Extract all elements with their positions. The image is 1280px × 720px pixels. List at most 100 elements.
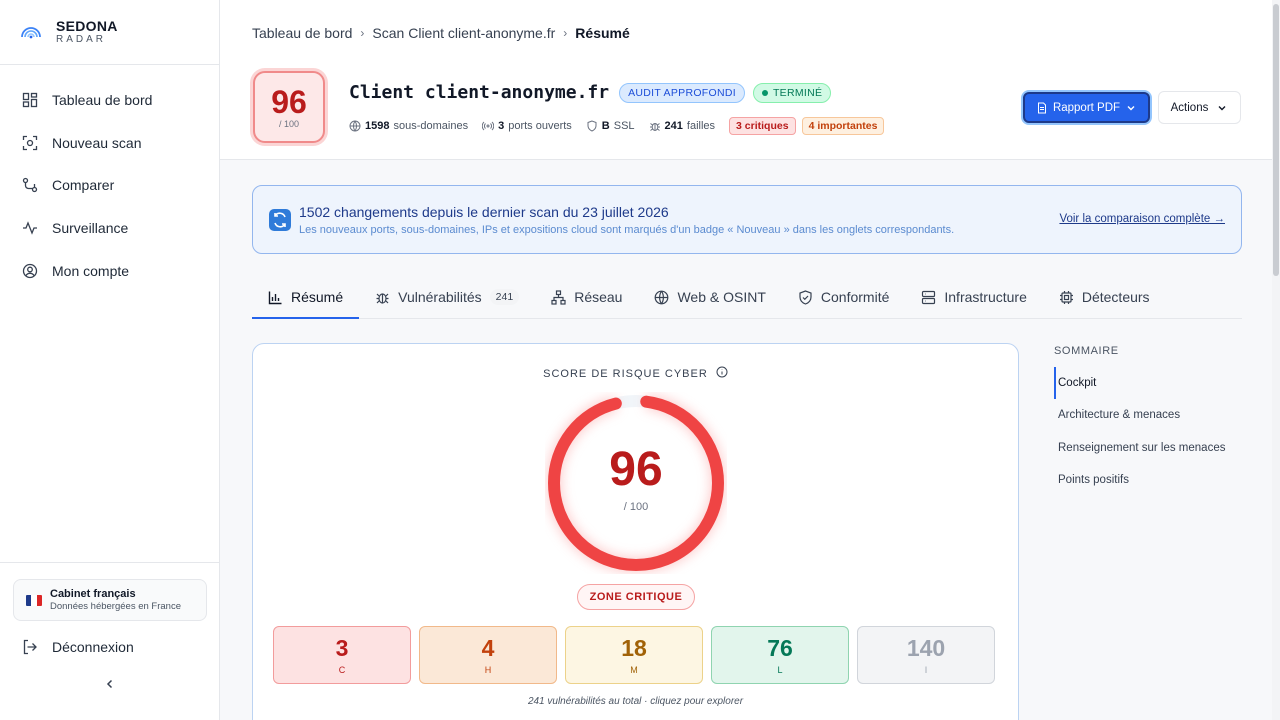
actions-button[interactable]: Actions (1158, 91, 1241, 124)
gauge-score-max: / 100 (623, 501, 649, 513)
severity-count: 18 (621, 635, 647, 661)
summary-toc: SOMMAIRE Cockpit Architecture & menaces … (1054, 345, 1244, 496)
cabinet-subtitle: Données hébergées en France (50, 600, 181, 612)
severity-medium-tile[interactable]: 18 M (565, 626, 703, 684)
tab-label: Détecteurs (1081, 289, 1150, 305)
document-icon (1037, 102, 1046, 113)
stat-subdomains-value: 1598 (365, 120, 390, 132)
status-dot-icon (761, 89, 768, 96)
tab-label: Réseau (574, 289, 623, 305)
important-count-tag[interactable]: 4 importantes (801, 117, 885, 135)
globe-icon (349, 120, 361, 132)
tab-detectors[interactable]: Détecteurs (1043, 276, 1166, 318)
brand-name: SEDONA (56, 17, 118, 34)
refresh-icon (269, 209, 291, 231)
sidebar-item-account[interactable]: Mon compte (0, 249, 219, 292)
page-scrollbar[interactable] (1272, 0, 1280, 720)
severity-letter: H (484, 665, 492, 675)
toc-item-architecture[interactable]: Architecture & menaces (1054, 399, 1244, 431)
sidebar-item-surveillance[interactable]: Surveillance (0, 207, 219, 250)
stat-flaws: 241 failles (649, 120, 715, 132)
severity-letter: C (338, 665, 346, 675)
sidebar-item-dashboard[interactable]: Tableau de bord (0, 79, 219, 122)
stat-ports-value: 3 (498, 120, 505, 132)
chevron-down-icon (1127, 105, 1135, 110)
bug-icon (649, 123, 660, 131)
risk-score-title-text: SCORE DE RISQUE CYBER (543, 368, 708, 380)
shield-icon (587, 120, 597, 132)
sidebar-item-new-scan[interactable]: Nouveau scan (0, 122, 219, 165)
severity-high-tile[interactable]: 4 H (419, 626, 557, 684)
critical-count-tag[interactable]: 3 critiques (729, 117, 796, 135)
signal-icon (482, 121, 495, 131)
toc-item-positives[interactable]: Points positifs (1054, 464, 1244, 496)
risk-zone-badge: ZONE CRITIQUE (577, 584, 695, 610)
stat-subdomains: 1598 sous-domaines (349, 120, 468, 132)
pdf-report-label: Rapport PDF (1052, 101, 1121, 114)
activity-icon (23, 221, 37, 235)
breadcrumb: Tableau de bord › Scan Client client-ano… (252, 25, 630, 41)
user-circle-icon (22, 263, 38, 278)
breadcrumb-scan[interactable]: Scan Client client-anonyme.fr (372, 25, 555, 41)
tab-network[interactable]: Réseau (535, 276, 638, 318)
tab-label: Vulnérabilités (398, 289, 482, 305)
severity-count: 4 (481, 635, 495, 661)
status-label: TERMINÉ (772, 86, 823, 99)
brand[interactable]: SEDONA RADAR (0, 0, 219, 65)
stat-subdomains-label: sous-domaines (393, 120, 469, 132)
stat-ports-label: ports ouverts (508, 120, 572, 132)
dashboard-icon (22, 93, 38, 108)
severity-letter: I (924, 665, 928, 675)
cpu-icon (1059, 290, 1073, 304)
scan-icon (22, 135, 38, 151)
severity-low-tile[interactable]: 76 L (711, 626, 849, 684)
scrollbar-thumb[interactable] (1273, 4, 1279, 276)
full-comparison-link[interactable]: Voir la comparaison complète → (1059, 213, 1225, 225)
pdf-report-button[interactable]: Rapport PDF (1023, 92, 1150, 123)
scan-header: Tableau de bord › Scan Client client-ano… (220, 0, 1272, 160)
collapse-sidebar-icon[interactable] (104, 678, 116, 690)
tab-label: Web & OSINT (677, 289, 766, 305)
severity-info-tile[interactable]: 140 I (857, 626, 995, 684)
brand-sub: RADAR (56, 33, 107, 45)
sidebar-item-compare[interactable]: Comparer (0, 164, 219, 207)
tab-infrastructure[interactable]: Infrastructure (905, 276, 1042, 318)
tab-vulnerabilities[interactable]: Vulnérabilités 241 (359, 276, 535, 318)
tab-summary[interactable]: Résumé (252, 276, 360, 319)
summary-heading: SOMMAIRE (1054, 345, 1119, 357)
tab-compliance[interactable]: Conformité (782, 276, 905, 318)
actions-label: Actions (1170, 101, 1209, 114)
risk-score-title: SCORE DE RISQUE CYBER (253, 366, 1018, 380)
stat-ssl-label: SSL (613, 120, 635, 132)
radar-logo-icon (21, 27, 41, 39)
toc-item-threat-intel[interactable]: Renseignement sur les menaces (1054, 432, 1244, 464)
main-content: Tableau de bord › Scan Client client-ano… (220, 0, 1272, 720)
stat-flaws-label: failles (686, 120, 716, 132)
breadcrumb-current: Résumé (575, 25, 630, 41)
tab-web-osint[interactable]: Web & OSINT (638, 276, 781, 318)
gauge-score-value: 96 (609, 443, 663, 496)
score-badge: 96 / 100 (253, 71, 325, 143)
status-badge: TERMINÉ (752, 82, 832, 103)
breadcrumb-dashboard[interactable]: Tableau de bord (252, 25, 352, 41)
banner-heading: 1502 changements depuis le dernier scan … (299, 204, 669, 220)
tab-label: Conformité (820, 289, 890, 305)
stat-ssl: B SSL (586, 120, 635, 132)
client-title-row: Client client-anonyme.fr AUDIT APPROFOND… (349, 82, 832, 103)
server-icon (922, 290, 936, 304)
cabinet-card: Cabinet français Données hébergées en Fr… (13, 579, 207, 621)
chevron-down-icon (1218, 105, 1226, 110)
network-icon (551, 289, 566, 305)
logout-icon (23, 639, 37, 655)
score-max: / 100 (278, 119, 300, 129)
globe-icon (655, 290, 669, 304)
severity-critical-tile[interactable]: 3 C (273, 626, 411, 684)
toc-item-cockpit[interactable]: Cockpit (1054, 367, 1244, 400)
page-title: Client client-anonyme.fr (349, 82, 610, 103)
tab-label: Résumé (291, 289, 344, 305)
info-icon[interactable] (716, 366, 728, 378)
severity-breakdown: 3 C 4 H 18 M 76 L 140 I (273, 626, 995, 684)
logout-button[interactable]: Déconnexion (22, 639, 134, 655)
bar-chart-icon (268, 291, 282, 304)
audit-badge: AUDIT APPROFONDI (619, 82, 745, 103)
